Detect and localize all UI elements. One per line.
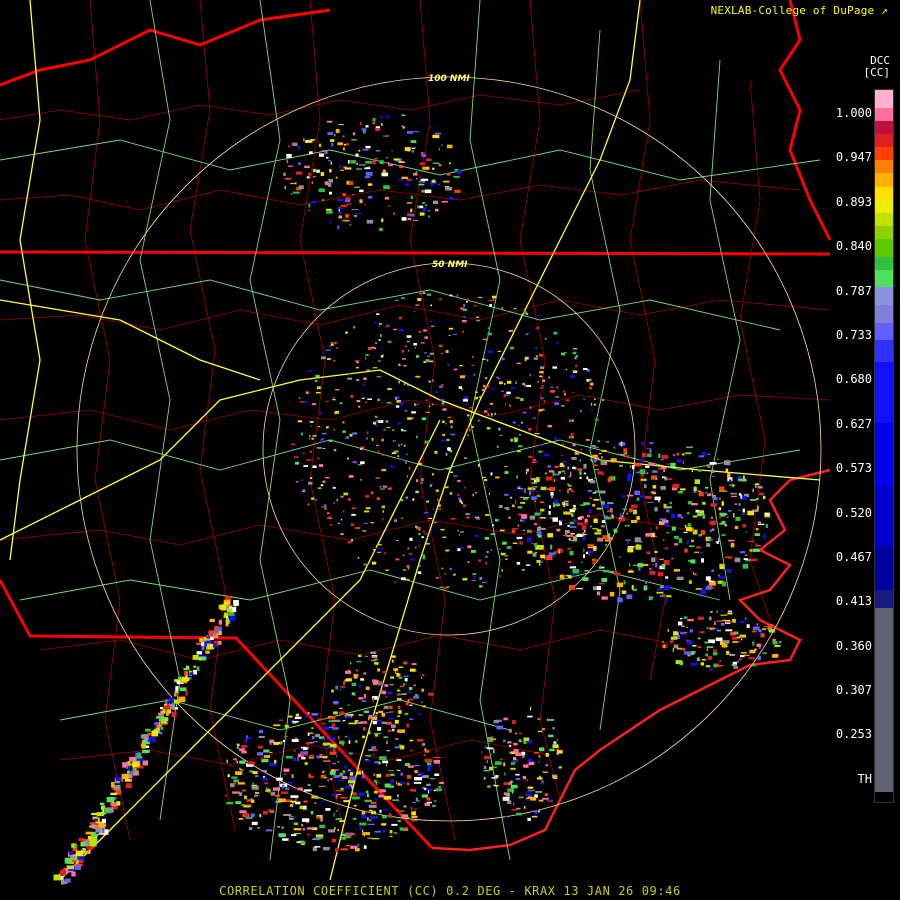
legend-label: 0.680 (835, 372, 872, 386)
legend-swatch (875, 590, 893, 608)
legend-swatch-threshold (875, 792, 893, 802)
legend-label: 0.840 (835, 239, 872, 253)
product-caption: CORRELATION COEFFICIENT (CC) 0.2 DEG - K… (219, 884, 681, 898)
county-borders (0, 0, 831, 841)
legend-swatch (875, 226, 893, 240)
legend-label: 0.520 (835, 506, 872, 520)
range-ring-label-50: 50 NMI (432, 260, 468, 270)
legend-swatch (875, 212, 893, 226)
legend-swatch (875, 607, 893, 792)
legend-swatch (875, 90, 893, 108)
legend-swatch (875, 120, 893, 134)
legend-swatch (875, 546, 893, 591)
legend-swatch (875, 340, 893, 363)
legend-swatch (875, 239, 893, 257)
legend-label: 0.360 (835, 639, 872, 653)
legend-swatch (875, 322, 893, 341)
legend-swatch (875, 107, 893, 121)
legend-label: 0.573 (835, 461, 872, 475)
legend-swatch (875, 269, 893, 288)
legend-label: 0.893 (835, 195, 872, 209)
legend-swatch (875, 160, 893, 174)
legend-label: TH (857, 772, 872, 786)
legend-color-bar (874, 89, 894, 803)
legend-swatch (875, 362, 893, 424)
radar-returns (53, 114, 782, 885)
legend-swatch (875, 199, 893, 213)
legend-unit: [CC] (863, 66, 891, 79)
legend-label: 0.787 (835, 284, 872, 298)
highways (0, 0, 821, 861)
legend-label: 0.733 (835, 328, 872, 342)
legend-label: 1.000 (835, 106, 872, 120)
legend-swatch (875, 256, 893, 270)
legend-label: 0.413 (835, 594, 872, 608)
legend-swatch (875, 304, 893, 323)
legend-swatch (875, 186, 893, 200)
legend-swatch (875, 287, 893, 305)
legend-swatch (875, 173, 893, 187)
legend-label: 0.307 (835, 683, 872, 697)
legend-label: 0.947 (835, 150, 872, 164)
credit-banner[interactable]: NEXLAB-College of DuPage ↗ (711, 4, 888, 17)
state-borders (0, 0, 832, 850)
legend-label: 0.253 (835, 727, 872, 741)
range-ring-label-100: 100 NMI (428, 74, 470, 84)
legend-label: 0.467 (835, 550, 872, 564)
credit-text: NEXLAB-College of DuPage (710, 4, 875, 17)
legend-swatch (875, 423, 893, 485)
radar-site-marker (447, 447, 451, 451)
legend-label: 0.627 (835, 417, 872, 431)
coastline (431, 468, 831, 852)
radar-map: 100 NMI 50 NMI (0, 0, 900, 900)
external-link-icon: ↗ (881, 4, 888, 17)
legend-swatch (875, 484, 893, 547)
legend-swatch (875, 133, 893, 148)
legend-swatch (875, 147, 893, 161)
